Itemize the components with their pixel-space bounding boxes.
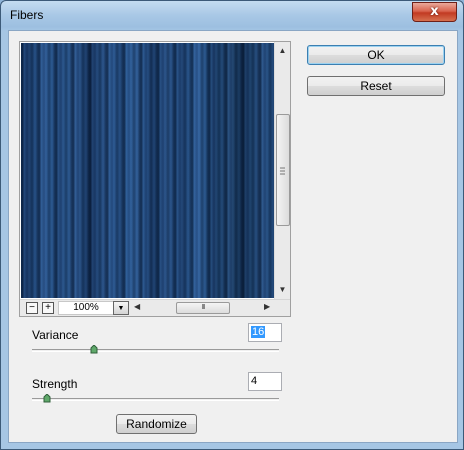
scroll-up-icon[interactable]: ▲	[275, 44, 290, 58]
vertical-scroll-thumb[interactable]: ═ ═ ═	[276, 114, 290, 226]
reset-button[interactable]: Reset	[307, 76, 445, 96]
strength-value: 4	[251, 375, 258, 387]
window-title: Fibers	[10, 8, 44, 22]
chevron-down-icon[interactable]: ▼	[113, 301, 129, 315]
variance-label: Variance	[32, 328, 79, 342]
strength-label: Strength	[32, 377, 78, 391]
preview-panel: ▲ ═ ═ ═ ▼ − + 100% ▼ ◀ III ▶	[19, 41, 291, 317]
variance-field[interactable]: 16	[248, 323, 282, 342]
variance-slider-thumb[interactable]	[90, 345, 98, 354]
strength-slider-track[interactable]	[32, 398, 279, 401]
scroll-grip-icon: ═ ═ ═	[280, 165, 285, 178]
dialog-client: ▲ ═ ═ ═ ▼ − + 100% ▼ ◀ III ▶ OK Reset Vari…	[8, 30, 458, 443]
fibers-dialog: Fibers x ▲ ═ ═ ═ ▼ − + 100% ▼ ◀ III ▶ OK…	[0, 0, 464, 450]
randomize-button[interactable]: Randomize	[116, 414, 197, 434]
zoom-out-button[interactable]: −	[26, 302, 38, 314]
ok-button[interactable]: OK	[307, 45, 445, 65]
preview-image[interactable]	[21, 43, 274, 298]
scroll-left-icon[interactable]: ◀	[134, 302, 140, 311]
preview-toolbar: − + 100% ▼ ◀ III ▶	[20, 299, 290, 316]
scroll-down-icon[interactable]: ▼	[275, 283, 290, 297]
horizontal-scroll-thumb[interactable]: III	[176, 302, 230, 314]
strength-slider-thumb[interactable]	[43, 394, 51, 403]
variance-slider-track[interactable]	[32, 349, 279, 352]
zoom-level: 100%	[58, 301, 114, 315]
title-bar[interactable]: Fibers x	[1, 1, 463, 29]
strength-field[interactable]: 4	[248, 372, 282, 391]
close-button[interactable]: x	[412, 2, 457, 22]
zoom-in-button[interactable]: +	[42, 302, 54, 314]
variance-value: 16	[251, 326, 266, 338]
close-icon: x	[430, 4, 439, 19]
scroll-right-icon[interactable]: ▶	[264, 302, 270, 311]
vertical-scrollbar[interactable]: ▲ ═ ═ ═ ▼	[274, 42, 290, 299]
